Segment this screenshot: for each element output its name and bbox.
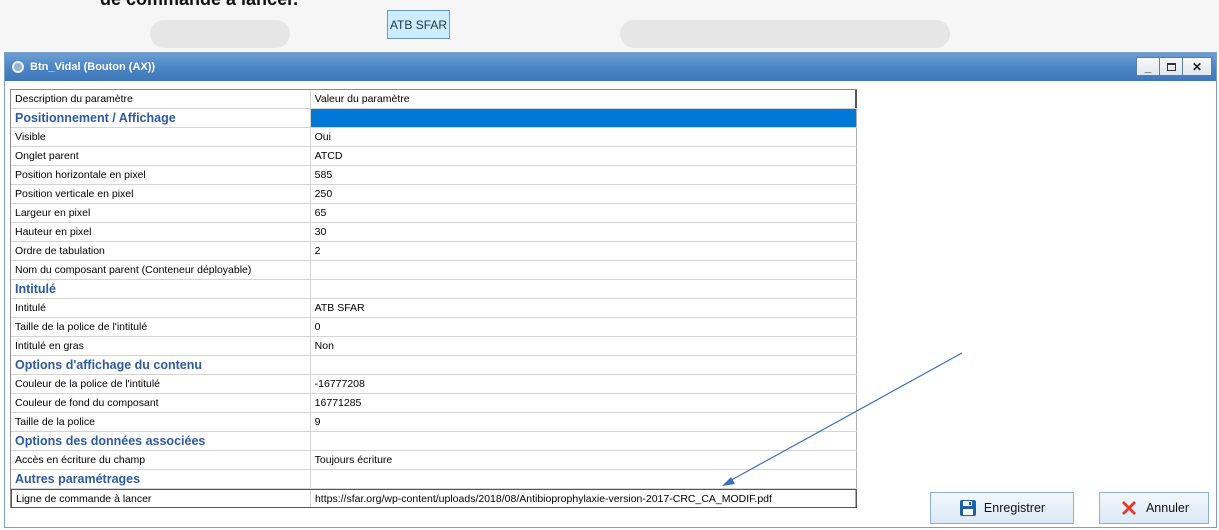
parameter-value[interactable]: -16777208 bbox=[311, 375, 857, 393]
parameter-label: Largeur en pixel bbox=[11, 204, 311, 222]
grid-param-row[interactable]: Accès en écriture du champ Toujours écrit… bbox=[11, 451, 857, 470]
document-heading: de commande à lancer. bbox=[100, 0, 298, 10]
parameter-value[interactable]: 585 bbox=[311, 166, 857, 184]
parameter-value[interactable]: 65 bbox=[311, 204, 857, 222]
maximize-button[interactable] bbox=[1159, 57, 1183, 76]
parameter-value[interactable] bbox=[311, 432, 857, 450]
gear-icon bbox=[12, 61, 24, 73]
save-button[interactable]: Enregistrer bbox=[930, 492, 1074, 524]
parameter-value[interactable]: 2 bbox=[311, 242, 857, 260]
parameter-label: Position verticale en pixel bbox=[11, 185, 311, 203]
grid-section-row[interactable]: Intitulé bbox=[11, 280, 857, 299]
parameter-label: Ligne de commande à lancer bbox=[12, 490, 311, 507]
parameter-label: Taille de la police de l'intitulé bbox=[11, 318, 311, 336]
properties-window: Btn_Vidal (Bouton (AX)) _ ✕ Description … bbox=[4, 52, 1217, 528]
parameter-label: Visible bbox=[11, 128, 311, 146]
grid-section-row[interactable]: Options d'affichage du contenu bbox=[11, 356, 857, 375]
parameter-value[interactable]: 16771285 bbox=[311, 394, 857, 412]
parameter-value[interactable]: Toujours écriture bbox=[311, 451, 857, 469]
parameter-label: Intitulé en gras bbox=[11, 337, 311, 355]
cancel-button-label: Annuler bbox=[1145, 501, 1190, 515]
grid-param-row[interactable]: Taille de la police de l'intitulé 0 bbox=[11, 318, 857, 337]
red-x-icon bbox=[1119, 498, 1139, 518]
parameter-label: Couleur de la police de l'intitulé bbox=[11, 375, 311, 393]
parameter-value[interactable] bbox=[311, 356, 857, 374]
grid-param-row[interactable]: Taille de la police 9 bbox=[11, 413, 857, 432]
grid-param-row[interactable]: Position verticale en pixel 250 bbox=[11, 185, 857, 204]
parameter-label: Accès en écriture du champ bbox=[11, 451, 311, 469]
parameter-value[interactable]: 0 bbox=[311, 318, 857, 336]
parameter-value[interactable]: Non bbox=[311, 337, 857, 355]
atb-sfar-preview-button[interactable]: ATB SFAR bbox=[387, 10, 450, 39]
section-title: Options d'affichage du contenu bbox=[11, 356, 311, 374]
document-blur bbox=[150, 20, 290, 48]
grid-param-row[interactable]: Intitulé ATB SFAR bbox=[11, 299, 857, 318]
parameter-value[interactable]: 30 bbox=[311, 223, 857, 241]
parameter-label: Couleur de fond du composant bbox=[11, 394, 311, 412]
parameter-label: Taille de la police bbox=[11, 413, 311, 431]
document-blur bbox=[620, 20, 950, 48]
grid-section-row[interactable]: Positionnement / Affichage bbox=[11, 109, 857, 128]
minimize-icon: _ bbox=[1144, 59, 1152, 74]
grid-param-row[interactable]: Nom du composant parent (Conteneur déplo… bbox=[11, 261, 857, 280]
grid-section-row[interactable]: Autres paramétrages bbox=[11, 470, 857, 489]
grid-param-row[interactable]: Hauteur en pixel 30 bbox=[11, 223, 857, 242]
document-background: de commande à lancer. ATB SFAR bbox=[0, 0, 1219, 52]
grid-section-row[interactable]: Options des données associées bbox=[11, 432, 857, 451]
parameter-value[interactable]: 250 bbox=[311, 185, 857, 203]
grid-param-row[interactable]: Couleur de fond du composant 16771285 bbox=[11, 394, 857, 413]
parameter-value[interactable]: ATB SFAR bbox=[311, 299, 857, 317]
grid-param-row[interactable]: Largeur en pixel 65 bbox=[11, 204, 857, 223]
section-title: Intitulé bbox=[11, 280, 311, 298]
grid-header: Description du paramètre Valeur du param… bbox=[11, 90, 857, 109]
parameter-value[interactable]: Oui bbox=[311, 128, 857, 146]
column-header-value[interactable]: Valeur du paramètre bbox=[311, 90, 857, 108]
save-button-label: Enregistrer bbox=[983, 501, 1046, 515]
grid-param-row[interactable]: Ordre de tabulation 2 bbox=[11, 242, 857, 261]
parameter-value[interactable]: ATCD bbox=[311, 147, 857, 165]
parameter-label: Hauteur en pixel bbox=[11, 223, 311, 241]
close-icon: ✕ bbox=[1191, 59, 1203, 74]
grid-param-row[interactable]: Ligne de commande à lancer https://sfar.o… bbox=[11, 489, 857, 508]
grid-param-row[interactable]: Couleur de la police de l'intitulé -16777… bbox=[11, 375, 857, 394]
parameter-value[interactable]: https://sfar.org/wp-content/uploads/2018… bbox=[311, 490, 856, 507]
floppy-disk-icon bbox=[959, 499, 977, 517]
cancel-button[interactable]: Annuler bbox=[1099, 492, 1209, 524]
parameter-value[interactable]: 9 bbox=[311, 413, 857, 431]
section-title: Options des données associées bbox=[11, 432, 311, 450]
parameter-label: Nom du composant parent (Conteneur déplo… bbox=[11, 261, 311, 279]
window-titlebar[interactable]: Btn_Vidal (Bouton (AX)) _ ✕ bbox=[5, 53, 1216, 81]
parameter-value[interactable] bbox=[310, 109, 857, 127]
grid-param-row[interactable]: Position horizontale en pixel 585 bbox=[11, 166, 857, 185]
window-controls: _ ✕ bbox=[1136, 57, 1212, 76]
parameter-value[interactable] bbox=[311, 261, 857, 279]
grid-param-row[interactable]: Visible Oui bbox=[11, 128, 857, 147]
close-button[interactable]: ✕ bbox=[1182, 57, 1212, 76]
section-title: Positionnement / Affichage bbox=[11, 109, 311, 127]
parameter-value[interactable] bbox=[311, 280, 857, 298]
grid-param-row[interactable]: Intitulé en gras Non bbox=[11, 337, 857, 356]
parameter-label: Ordre de tabulation bbox=[11, 242, 311, 260]
column-header-description[interactable]: Description du paramètre bbox=[11, 90, 311, 108]
parameter-label: Onglet parent bbox=[11, 147, 311, 165]
maximize-icon bbox=[1166, 62, 1176, 71]
grid-param-row[interactable]: Onglet parent ATCD bbox=[11, 147, 857, 166]
parameter-label: Intitulé bbox=[11, 299, 311, 317]
window-title: Btn_Vidal (Bouton (AX)) bbox=[30, 61, 156, 73]
parameter-grid: Description du paramètre Valeur du param… bbox=[10, 89, 857, 508]
parameter-value[interactable] bbox=[311, 470, 857, 488]
minimize-button[interactable]: _ bbox=[1136, 57, 1160, 76]
parameter-label: Position horizontale en pixel bbox=[11, 166, 311, 184]
section-title: Autres paramétrages bbox=[11, 470, 311, 488]
